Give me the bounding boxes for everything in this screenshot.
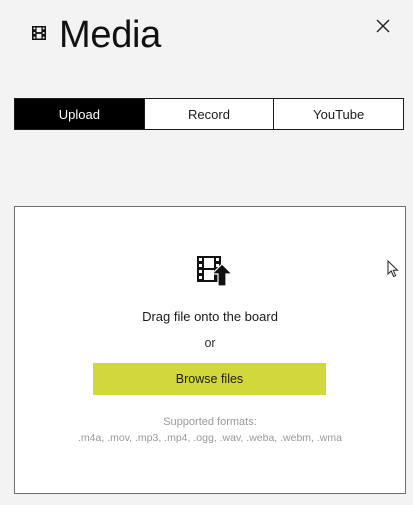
or-separator: or [204, 336, 216, 350]
close-button[interactable] [372, 15, 394, 37]
film-icon [32, 26, 46, 40]
browse-files-button[interactable]: Browse files [93, 363, 326, 395]
tab-upload[interactable]: Upload [14, 98, 145, 130]
file-drop-zone[interactable]: Drag file onto the board or Browse files… [14, 206, 406, 494]
drag-instruction: Drag file onto the board [142, 309, 278, 324]
supported-formats-list: .m4a, .mov, .mp3, .mp4, .ogg, .wav, .web… [78, 432, 342, 444]
tab-youtube[interactable]: YouTube [273, 98, 405, 130]
page-title: Media [59, 14, 161, 56]
close-icon [376, 19, 390, 33]
media-panel-header: Media [0, 0, 413, 80]
mouse-pointer-icon [387, 259, 399, 278]
tab-record[interactable]: Record [143, 98, 275, 130]
media-source-tabs: Upload Record YouTube [14, 98, 405, 130]
video-upload-icon [195, 252, 235, 288]
supported-formats-label: Supported formats: [163, 416, 257, 428]
